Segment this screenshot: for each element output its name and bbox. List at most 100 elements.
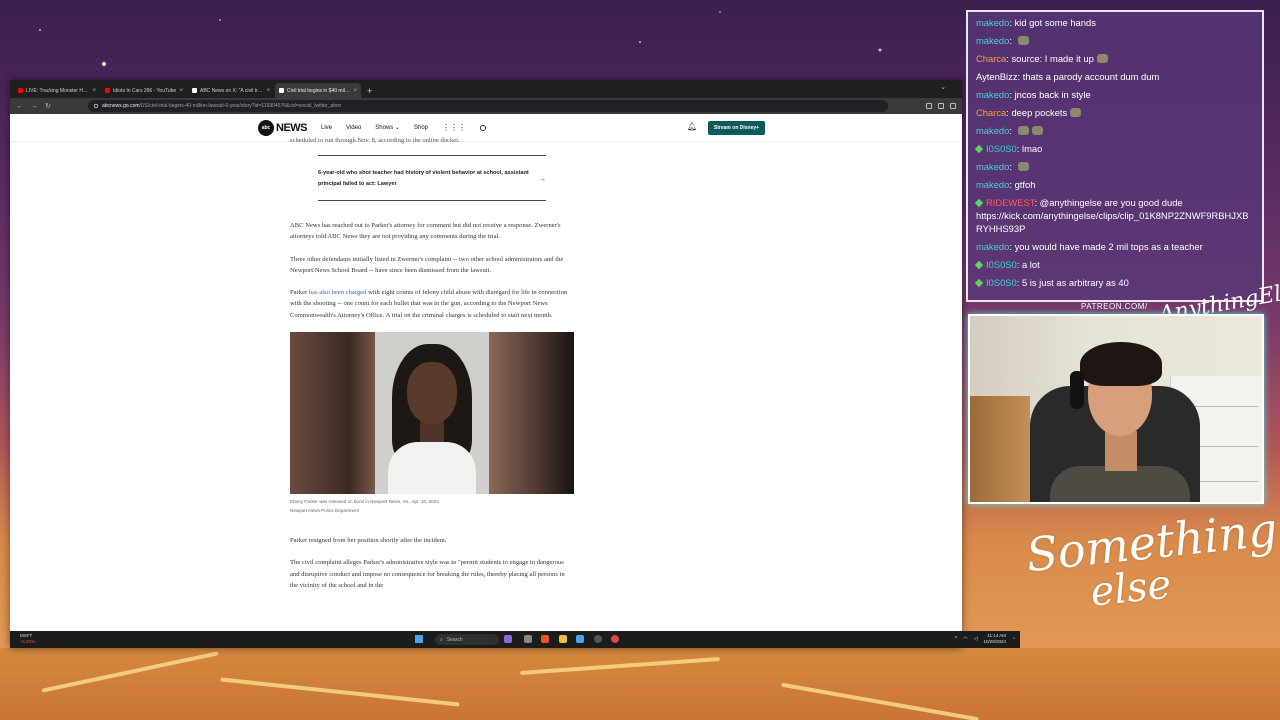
nav-shop[interactable]: Shop xyxy=(414,125,428,131)
stream-on-disney-button[interactable]: Stream on Disney+ xyxy=(708,121,765,135)
chat-username[interactable]: makedo xyxy=(976,125,1009,136)
chat-username[interactable]: I0S0S0 xyxy=(986,259,1017,270)
chat-username[interactable]: Charca xyxy=(976,53,1006,64)
nav-live[interactable]: Live xyxy=(321,125,332,131)
photo-caption: Ebony Parker was released on bond in New… xyxy=(290,498,574,515)
forward-icon[interactable]: → xyxy=(30,103,38,110)
nav-shows[interactable]: Shows ⌄ xyxy=(375,124,400,131)
volume-icon[interactable]: ◁ xyxy=(974,636,978,642)
article-body: scheduled to run through Nov. 8, accordi… xyxy=(290,137,574,602)
back-icon[interactable]: ← xyxy=(16,103,24,110)
extension-icon[interactable] xyxy=(926,103,932,109)
chat-message: AytenBizz: thats a parody account dum du… xyxy=(976,71,1160,82)
network-icon[interactable]: ◠ xyxy=(963,636,967,642)
chat-username[interactable]: makedo xyxy=(976,179,1009,190)
chat-emote-icon xyxy=(1070,108,1082,117)
chat-text: gtfoh xyxy=(1014,179,1036,190)
browser-tab[interactable]: LIVE: Tracking Monster Hurricane× xyxy=(14,83,100,98)
chat-username[interactable]: I0S0S0 xyxy=(986,143,1017,154)
chat-message: Charca: deep pockets xyxy=(976,106,1254,119)
file-explorer-icon[interactable] xyxy=(559,635,567,643)
tab-title: LIVE: Tracking Monster Hurricane xyxy=(26,87,90,94)
news-wordmark: NEWS xyxy=(276,121,308,134)
chat-username[interactable]: makedo xyxy=(976,161,1009,172)
tab-list-chevron-icon[interactable]: ⌄ xyxy=(940,83,946,91)
tab-bar: LIVE: Tracking Monster Hurricane×Idiots … xyxy=(10,80,962,98)
browser-tab[interactable]: ABC News on X: "A civil trial is × xyxy=(188,83,274,98)
chat-message: I0S0S0: lmao xyxy=(974,142,1254,155)
chat-username[interactable]: makedo xyxy=(976,17,1009,28)
chat-message: I0S0S0: a lot xyxy=(974,258,1254,271)
chat-username[interactable]: makedo xyxy=(976,241,1009,252)
chat-message: makedo: you would have made 2 mil tops a… xyxy=(976,241,1203,252)
search-icon: ⌕ xyxy=(440,636,443,643)
browser-window: LIVE: Tracking Monster Hurricane×Idiots … xyxy=(10,80,962,648)
chat-message: makedo: kid got some hands xyxy=(976,17,1096,28)
chat-message: makedo: gtfoh xyxy=(976,179,1036,190)
browser-tab[interactable]: Civil trial begins in $40 million × xyxy=(275,83,361,98)
bookmark-icon[interactable] xyxy=(938,103,944,109)
chat-message: makedo: xyxy=(976,160,1254,173)
article-paragraph: The civil complaint alleges Parker's adm… xyxy=(290,559,565,589)
charged-link[interactable]: has also been charged xyxy=(309,289,367,296)
chat-text: jncos back in style xyxy=(1014,89,1091,100)
chat-text: you would have made 2 mil tops as a teac… xyxy=(1014,241,1203,252)
obs-icon[interactable] xyxy=(594,635,602,643)
abc-news-logo[interactable]: abc NEWS xyxy=(258,119,308,136)
chat-message: Charca: source: I made it up xyxy=(976,52,1254,65)
chat-message: I0S0S0: 5 is just as arbitrary as 40 xyxy=(974,276,1254,289)
taskbar-search-label: Search xyxy=(446,636,463,643)
clock-date: 10/28/2024 xyxy=(983,639,1006,644)
taskbar-search[interactable]: ⌕ Search xyxy=(435,634,499,645)
photos-icon[interactable] xyxy=(576,635,584,643)
browser-tab[interactable]: Idiots In Cars 266 - YouTube × xyxy=(101,83,187,98)
related-story-link[interactable]: 6-year-old who shot teacher had history … xyxy=(318,155,546,201)
copilot-icon[interactable] xyxy=(504,635,512,643)
subscriber-badge-icon xyxy=(974,260,984,270)
chat-text: source: I made it up xyxy=(1011,53,1094,64)
notification-icon[interactable]: ◔ xyxy=(1012,636,1015,642)
chat-username[interactable]: Charca xyxy=(976,107,1006,118)
chat-username[interactable]: makedo xyxy=(976,35,1009,46)
menu-grid-icon[interactable]: ⋮⋮⋮ xyxy=(442,123,466,132)
article-paragraph-fragment: scheduled to run through Nov. 8, accordi… xyxy=(290,137,460,144)
task-view-icon[interactable] xyxy=(524,635,532,643)
windows-start-icon[interactable] xyxy=(415,635,423,643)
stock-widget[interactable]: MSFT +1.01% xyxy=(20,633,35,644)
tab-title: ABC News on X: "A civil trial is xyxy=(200,87,264,94)
app-icon[interactable] xyxy=(611,635,619,643)
chat-username[interactable]: makedo xyxy=(976,89,1009,100)
nav-video[interactable]: Video xyxy=(346,125,361,131)
chat-emote-icon xyxy=(1096,54,1108,63)
stock-change: +1.01% xyxy=(20,638,36,644)
chat-username[interactable]: AytenBizz xyxy=(976,71,1018,82)
chat-emote-icon xyxy=(1017,162,1029,171)
url-input[interactable]: abcnews.go.com/US/civil-trial-begins-40-… xyxy=(88,100,888,112)
brave-browser-icon[interactable] xyxy=(541,635,549,643)
close-tab-icon[interactable]: × xyxy=(179,88,183,94)
close-tab-icon[interactable]: × xyxy=(92,88,96,94)
close-tab-icon[interactable]: × xyxy=(266,88,270,94)
article-paragraph: Three other defendants initially listed … xyxy=(290,255,564,274)
chat-emote-icon xyxy=(1017,126,1029,135)
address-bar: ← → ↻ abcnews.go.com/US/civil-trial-begi… xyxy=(10,98,962,114)
related-story-title: 6-year-old who shot teacher had history … xyxy=(318,170,529,187)
reload-icon[interactable]: ↻ xyxy=(44,102,52,110)
chat-username[interactable]: RIDEWEST xyxy=(986,197,1034,208)
chat-message: makedo: xyxy=(976,34,1254,47)
chat-text: kid got some hands xyxy=(1014,17,1096,28)
chat-text: thats a parody account dum dum xyxy=(1022,71,1160,82)
clock[interactable]: 11:14 AM 10/28/2024 xyxy=(983,633,1006,645)
close-tab-icon[interactable]: × xyxy=(353,88,357,94)
x-icon xyxy=(192,88,197,93)
something-else-logo: Something else xyxy=(1024,502,1280,621)
profile-icon[interactable] xyxy=(950,103,956,109)
chat-emote-icon xyxy=(1031,126,1043,135)
chat-username[interactable]: I0S0S0 xyxy=(986,277,1017,288)
subscriber-badge-icon xyxy=(974,278,984,288)
subscriber-badge-icon xyxy=(974,198,984,208)
search-icon[interactable] xyxy=(480,124,486,131)
new-tab-button[interactable]: + xyxy=(362,84,377,98)
bell-icon[interactable]: 🔔︎ xyxy=(687,122,697,131)
chevron-up-icon[interactable]: ^ xyxy=(955,636,957,642)
